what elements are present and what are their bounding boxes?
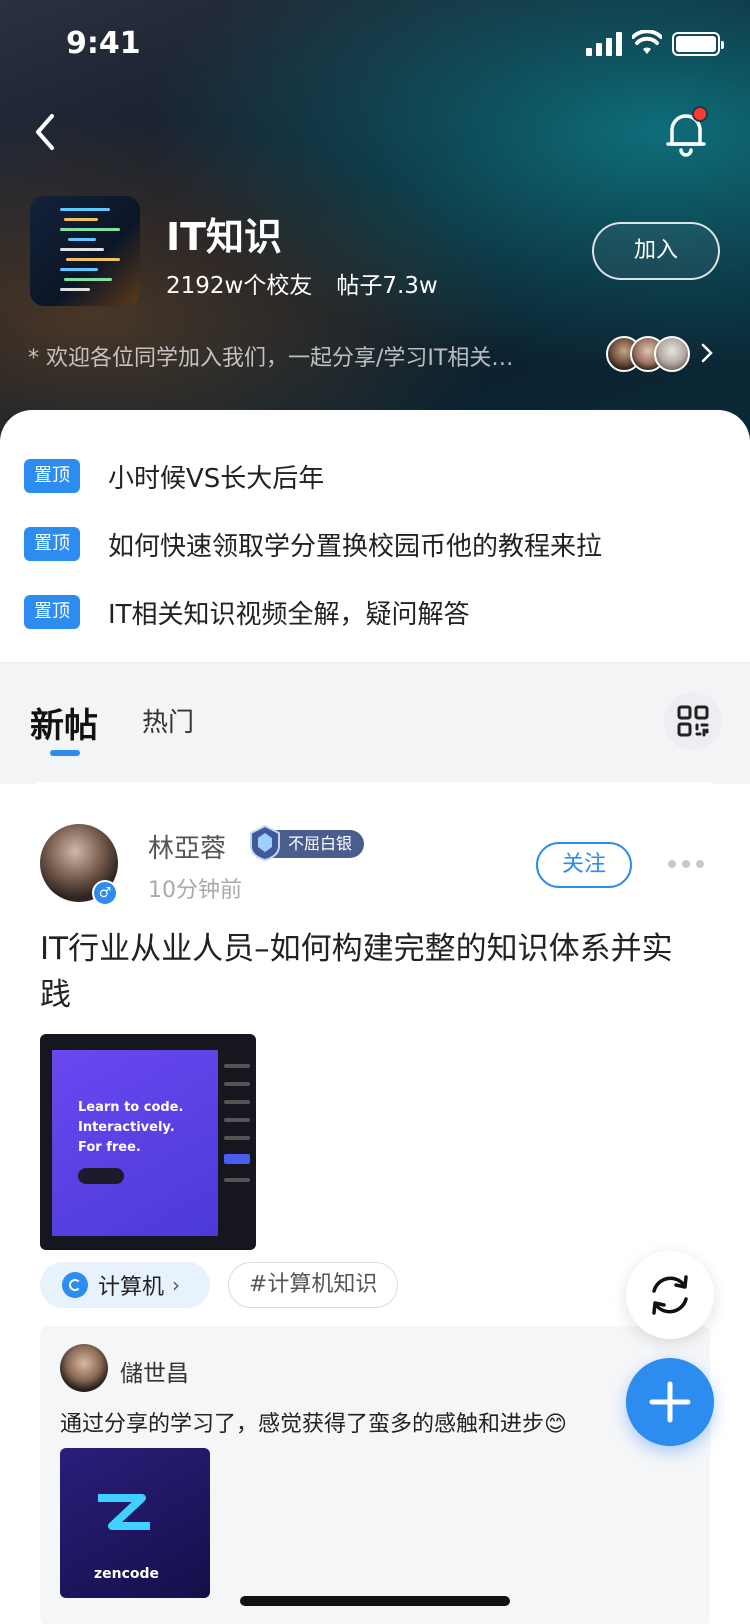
chevron-right-icon[interactable] — [700, 342, 714, 364]
chevron-right-icon: › — [172, 1273, 181, 1297]
category-icon — [62, 1272, 88, 1298]
image-hero-line: Interactively. — [78, 1120, 175, 1135]
pinned-item[interactable]: 置顶 IT相关知识视频全解，疑问解答 — [24, 592, 470, 632]
post-time: 10分钟前 — [148, 878, 242, 903]
group-description: * 欢迎各位同学加入我们，一起分享/学习IT相关… — [28, 346, 514, 371]
category-tag[interactable]: 计算机 › — [40, 1262, 210, 1308]
back-icon[interactable] — [28, 108, 68, 156]
group-members: 2192w个校友 — [166, 273, 313, 299]
notification-dot — [692, 106, 708, 122]
more-icon[interactable] — [668, 860, 704, 868]
commenter-name[interactable]: 儲世昌 — [120, 1354, 189, 1388]
image-hero-line: Learn to code. — [78, 1100, 184, 1115]
gender-icon: ♂ — [92, 880, 118, 906]
comment-box[interactable]: 儲世昌 通过分享的学习了，感觉获得了蛮多的感触和进步😊 zencode — [40, 1326, 710, 1624]
group-header: 9:41 IT知识 2192w个校友 帖子7.3w 加入 * 欢迎各位同学加入我… — [0, 0, 750, 440]
pinned-title: IT相关知识视频全解，疑问解答 — [108, 599, 470, 630]
post-image[interactable]: Learn to code. Interactively. For free. — [40, 1034, 256, 1250]
post-card[interactable]: ♂ 林亞蓉 不屈白银 10分钟前 关注 IT行业从业人员–如何构建完整的知识体系… — [20, 782, 730, 1624]
home-indicator — [240, 1596, 510, 1606]
tab-hot[interactable]: 热门 — [142, 702, 194, 739]
tab-new[interactable]: 新帖 — [30, 698, 98, 747]
signal-icon — [586, 32, 622, 56]
image-hero-text: Learn to code. Interactively. For free. — [78, 1098, 183, 1158]
tab-indicator — [50, 750, 80, 756]
status-bar: 9:41 — [0, 0, 750, 88]
pinned-item[interactable]: 置顶 如何快速领取学分置换校园币他的教程来拉 — [24, 524, 602, 564]
zencode-logo — [98, 1494, 150, 1530]
follow-button[interactable]: 关注 — [536, 842, 632, 888]
pinned-badge: 置顶 — [24, 459, 80, 493]
hashtag[interactable]: #计算机知识 — [228, 1262, 399, 1308]
category-label: 计算机 — [98, 1275, 165, 1300]
pinned-badge: 置顶 — [24, 595, 80, 629]
post-title[interactable]: IT行业从业人员–如何构建完整的知识体系并实践 — [40, 926, 700, 1018]
pinned-title: 小时候VS长大后年 — [108, 463, 325, 494]
status-time: 9:41 — [66, 26, 141, 61]
comment-image-brand: zencode — [94, 1566, 160, 1582]
avatar — [654, 336, 690, 372]
pinned-title: 如何快速领取学分置换校园币他的教程来拉 — [108, 531, 603, 562]
group-stats: 2192w个校友 帖子7.3w — [166, 266, 438, 300]
join-button[interactable]: 加入 — [592, 222, 720, 280]
member-avatars[interactable] — [606, 336, 690, 372]
refresh-icon[interactable] — [626, 1251, 714, 1339]
content-sheet: 置顶 小时候VS长大后年 置顶 如何快速领取学分置换校园币他的教程来拉 置顶 I… — [0, 410, 750, 1624]
group-name: IT知识 — [166, 215, 283, 259]
image-hero-line: For free. — [78, 1140, 141, 1155]
pinned-item[interactable]: 置顶 小时候VS长大后年 — [24, 456, 324, 496]
comment-image[interactable]: zencode — [60, 1448, 210, 1598]
battery-icon — [672, 32, 724, 56]
group-posts: 帖子7.3w — [336, 273, 438, 299]
image-side-panel — [224, 1064, 250, 1224]
add-post-button[interactable] — [626, 1358, 714, 1446]
rank-shield-icon — [250, 824, 280, 862]
feed-background — [0, 662, 750, 784]
group-avatar — [30, 196, 140, 306]
comment-text: 通过分享的学习了，感觉获得了蛮多的感触和进步😊 — [60, 1412, 567, 1437]
qr-code-icon[interactable] — [664, 692, 722, 750]
pinned-badge: 置顶 — [24, 527, 80, 561]
commenter-avatar[interactable] — [60, 1344, 108, 1392]
image-watch-pill — [78, 1168, 124, 1184]
wifi-icon — [632, 30, 662, 54]
author-name[interactable]: 林亞蓉 — [148, 828, 226, 865]
